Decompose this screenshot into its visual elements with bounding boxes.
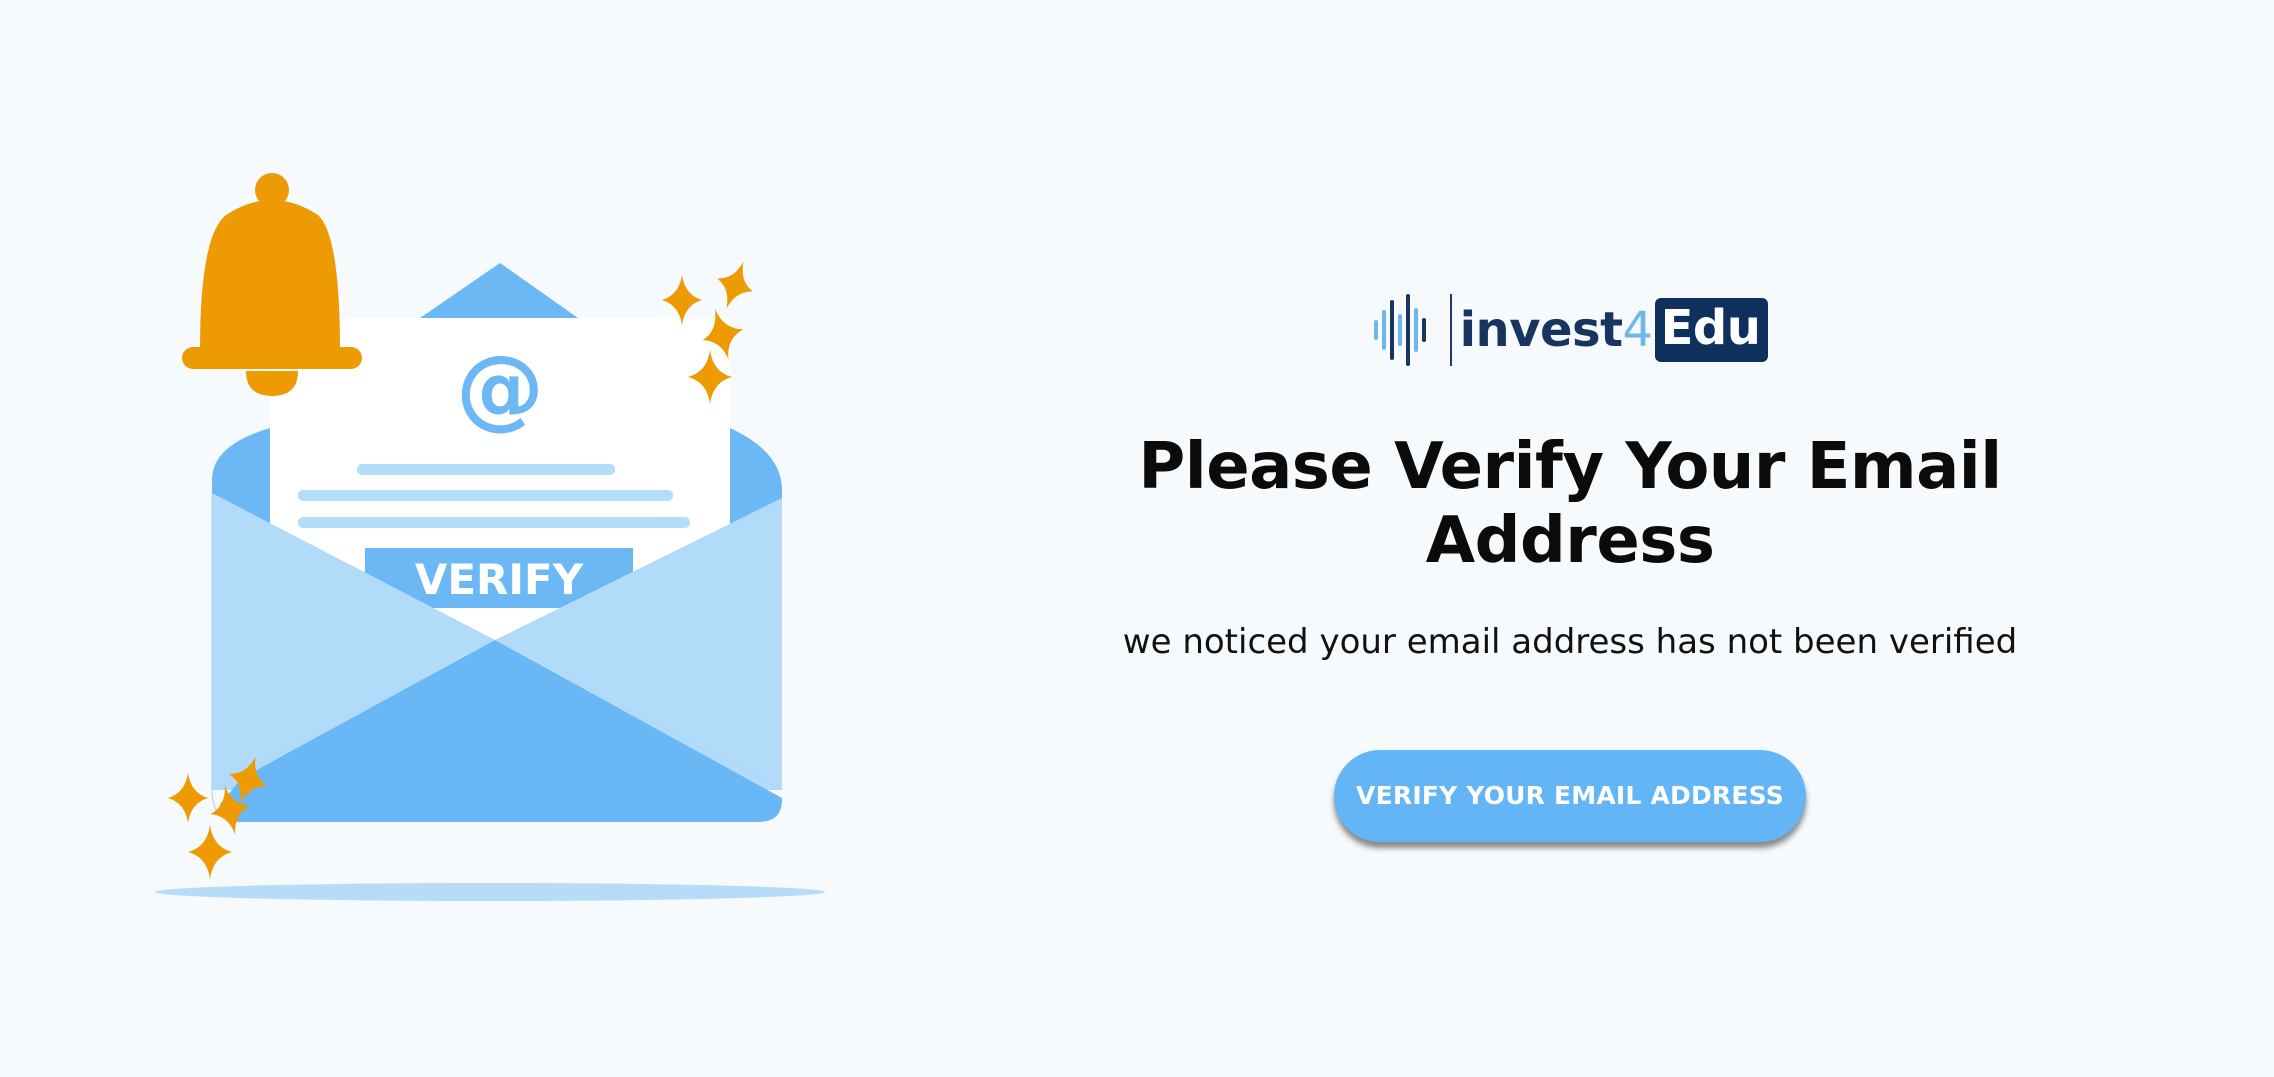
brand-logo: invest 4 Edu — [1372, 290, 1769, 370]
verify-email-button[interactable]: VERIFY YOUR EMAIL ADDRESS — [1334, 750, 1806, 842]
brand-name-number: 4 — [1622, 302, 1654, 358]
bell-icon — [182, 173, 362, 396]
page-subtitle: we noticed your email address has not be… — [1122, 622, 2018, 662]
envelope-illustration: @ VERIFY — [155, 173, 825, 901]
logo-divider — [1449, 294, 1452, 366]
at-symbol-icon: @ — [456, 336, 544, 439]
page-title: Please Verify Your Email Address — [1138, 430, 2002, 578]
verification-content: invest 4 Edu Please Verify Your Email Ad… — [1010, 290, 2130, 842]
brand-name: invest 4 Edu — [1460, 298, 1769, 362]
brand-name-suffix: Edu — [1654, 298, 1769, 362]
sound-wave-icon — [1372, 290, 1438, 370]
email-verification-illustration: @ VERIFY — [150, 160, 870, 920]
shadow-ellipse — [155, 883, 825, 901]
verify-email-page: @ VERIFY invest 4 Edu Please Verify Your… — [0, 0, 2274, 1077]
brand-name-prefix: invest — [1459, 302, 1623, 358]
verify-badge-label: VERIFY — [415, 555, 584, 604]
